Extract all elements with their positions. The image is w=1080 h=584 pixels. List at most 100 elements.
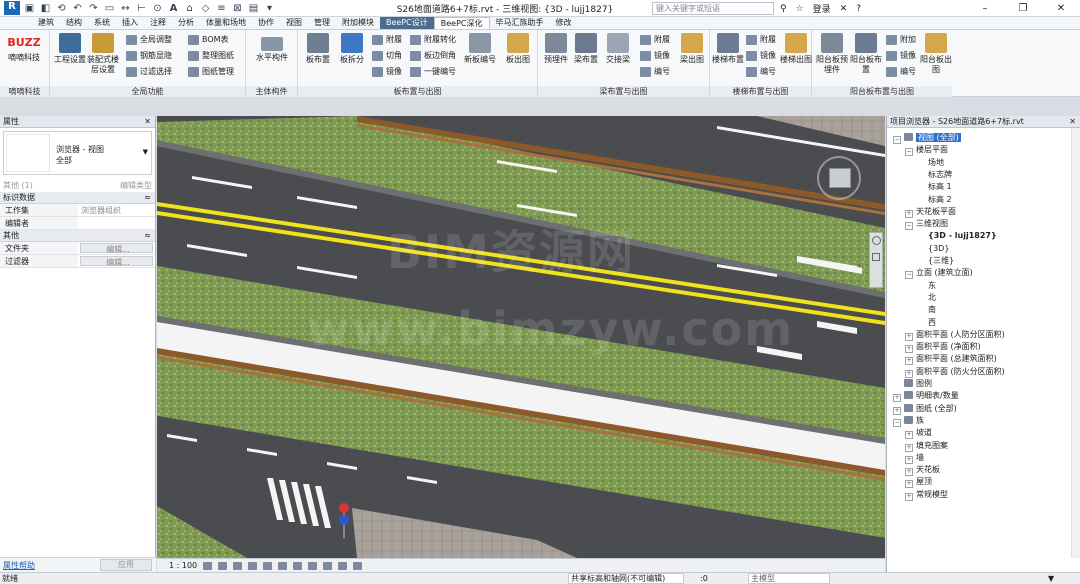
measure-icon[interactable]: ↔ (119, 3, 132, 14)
section-icon[interactable]: ◇ (199, 3, 212, 14)
shadows-icon[interactable] (248, 561, 258, 570)
horizontal-component-button[interactable]: 水平构件 (252, 33, 292, 63)
close-icon[interactable]: ✕ (1069, 116, 1076, 128)
crop-view-icon[interactable] (278, 561, 288, 570)
slab-attach-button[interactable]: 附履 (372, 33, 402, 47)
expand-icon[interactable]: + (905, 455, 913, 464)
tree-node[interactable]: {三维} (917, 255, 954, 267)
collapse-icon[interactable]: ≈ (144, 230, 151, 242)
tree-node[interactable]: + 天花板 (905, 464, 940, 477)
properties-help-link[interactable]: 属性帮助 (3, 560, 35, 571)
binoculars-icon[interactable]: ⚲ (780, 4, 787, 14)
attach-convert-button[interactable]: 附履转化 (410, 33, 456, 47)
project-settings-button[interactable]: 工程设置 (52, 33, 88, 65)
tab-0[interactable]: 建筑 (32, 17, 60, 29)
save-icon[interactable]: ◧ (39, 3, 52, 14)
stair-mirror-button[interactable]: 镜像 (746, 49, 776, 63)
type-selector[interactable]: 浏览器 - 视图 全部 ▼ (3, 131, 152, 175)
global-adjust-button[interactable]: 全局调整 (126, 33, 172, 47)
new-slab-number-button[interactable]: 新板编号 (462, 33, 498, 65)
tree-node[interactable]: + 屋顶 (905, 476, 932, 489)
maximize-icon[interactable]: ❐ (1004, 0, 1042, 17)
beam-mirror-button[interactable]: 镜像 (640, 49, 670, 63)
property-value[interactable]: 浏览器组织 (78, 204, 155, 216)
organize-drawings-button[interactable]: 整理图纸 (188, 49, 234, 63)
properties-section-header[interactable]: 标识数据 ≈ (0, 192, 155, 204)
render-icon[interactable] (263, 561, 273, 570)
expand-icon[interactable]: + (905, 443, 913, 452)
qat-dropdown-icon[interactable]: ▾ (263, 3, 276, 14)
stair-number-button[interactable]: 编号 (746, 65, 776, 79)
redo-icon[interactable]: ↷ (87, 3, 100, 14)
rebar-visibility-button[interactable]: 钢筋显隐 (126, 49, 172, 63)
tree-node[interactable]: 标高 2 (917, 194, 952, 206)
3d-viewport[interactable]: BIM资源网 www.bimzyw.com (157, 116, 885, 558)
undo-icon[interactable]: ↶ (71, 3, 84, 14)
close-hidden-icon[interactable]: ⊠ (231, 3, 244, 14)
expand-icon[interactable]: + (905, 357, 913, 366)
property-value[interactable]: 编辑... (80, 256, 153, 267)
tree-node[interactable]: + 图纸 (全部) (893, 403, 957, 415)
expand-icon[interactable]: + (905, 431, 913, 440)
visual-style-icon[interactable] (218, 561, 228, 570)
tab-8[interactable]: 视图 (280, 17, 308, 29)
balcony-attach-button[interactable]: 附加 (886, 33, 916, 47)
design-option-selector[interactable]: 主模型 (748, 573, 830, 584)
tree-node[interactable]: 南 (917, 304, 936, 316)
properties-section-header[interactable]: 其他 ≈ (0, 230, 155, 242)
tab-4[interactable]: 注释 (144, 17, 172, 29)
floor-settings-button[interactable]: 装配式楼层设置 (84, 33, 122, 75)
view-cube-box[interactable] (829, 168, 851, 188)
filter-icon[interactable]: ▼ (1048, 574, 1054, 583)
beam-number-button[interactable]: 编号 (640, 65, 670, 79)
slab-split-button[interactable]: 板拆分 (334, 33, 370, 65)
tab-2[interactable]: 系统 (88, 17, 116, 29)
one-click-number-button[interactable]: 一键编号 (410, 65, 456, 79)
sun-path-icon[interactable] (233, 561, 243, 570)
tree-node[interactable]: {3D - lujj1827} (917, 230, 997, 242)
collapse-icon[interactable]: − (893, 136, 901, 144)
tree-node[interactable]: {3D} (917, 243, 949, 255)
chevron-down-icon[interactable]: ▼ (143, 148, 148, 156)
tag-icon[interactable]: ⊙ (151, 3, 164, 14)
browser-scrollbar[interactable] (1071, 128, 1080, 558)
tab-11[interactable]: BeePC设计 (380, 17, 434, 29)
temporary-hide-icon[interactable] (323, 561, 333, 570)
tab-12[interactable]: BeePC深化 (433, 17, 490, 29)
search-input[interactable]: 键入关键字或短语 (652, 2, 774, 15)
tree-node[interactable]: 北 (917, 292, 936, 304)
tree-node[interactable]: + 天花板平面 (905, 206, 956, 218)
tree-node[interactable]: + 填充图案 (905, 440, 948, 452)
show-crop-icon[interactable] (293, 561, 303, 570)
expand-icon[interactable]: + (893, 406, 901, 415)
balcony-drawing-button[interactable]: 阳台板出图 (918, 33, 954, 75)
reveal-hidden-icon[interactable] (338, 561, 348, 570)
minimize-icon[interactable]: – (966, 0, 1004, 17)
didi-button[interactable]: BUZZ 嘀嘀科技 (6, 33, 42, 63)
tab-10[interactable]: 附加模块 (336, 17, 380, 29)
stair-layout-button[interactable]: 楼梯布置 (710, 33, 746, 65)
expand-icon[interactable]: + (905, 332, 913, 341)
help-icon[interactable]: ? (856, 4, 861, 14)
close-icon[interactable]: ✕ (1042, 0, 1080, 17)
balcony-embedded-button[interactable]: 阳台板预埋件 (814, 33, 850, 75)
sync-icon[interactable]: ⟲ (55, 3, 68, 14)
analytical-model-icon[interactable] (353, 561, 363, 570)
3d-view-icon[interactable]: ⌂ (183, 3, 196, 14)
tree-node[interactable]: + 面积平面 (防火分区面积) (905, 366, 1005, 378)
expand-icon[interactable]: + (905, 209, 913, 218)
dimension-icon[interactable]: ⊢ (135, 3, 148, 14)
stair-attach-button[interactable]: 附履 (746, 33, 776, 47)
expand-icon[interactable]: + (905, 492, 913, 501)
tree-node[interactable]: + 面积平面 (总建筑面积) (905, 353, 997, 366)
beam-attach-button[interactable]: 附履 (640, 33, 670, 47)
tree-node[interactable]: + 墙 (905, 452, 924, 464)
expand-icon[interactable]: + (905, 345, 913, 354)
balcony-mirror-button[interactable]: 镜像 (886, 49, 916, 63)
property-value[interactable] (78, 217, 155, 229)
collapse-icon[interactable]: − (905, 148, 913, 157)
collapse-icon[interactable]: − (905, 271, 913, 280)
tab-6[interactable]: 体量和场地 (200, 17, 252, 29)
edit-type-button[interactable]: 编辑类型 (120, 180, 152, 191)
tree-node[interactable]: 标志牌 (917, 169, 952, 181)
